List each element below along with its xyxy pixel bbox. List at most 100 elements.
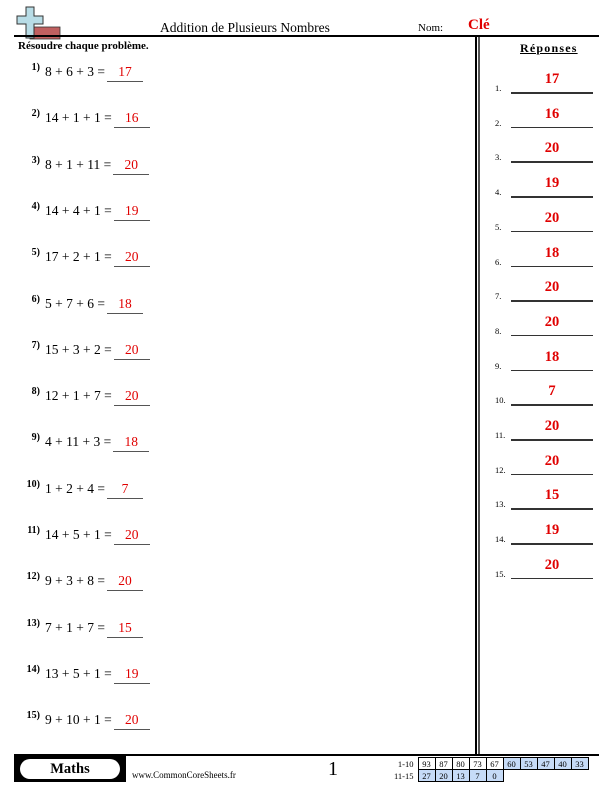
- answer-key-value: 17: [544, 71, 560, 87]
- answer-blank[interactable]: 20: [113, 527, 150, 545]
- problem-expression: 14 + 1 + 1 = 16: [45, 110, 150, 129]
- answer-blank[interactable]: 19: [113, 666, 150, 684]
- answer-key-value: 18: [544, 348, 560, 365]
- score-cell-empty: [520, 770, 537, 782]
- problem-expression: 7 + 1 + 7 = 15: [45, 620, 143, 638]
- expression-text: 1 + 2 + 4 =: [45, 480, 105, 496]
- answer-key-number: 9.: [495, 360, 502, 371]
- score-cell-empty: [537, 770, 554, 782]
- expression-text: 5 + 7 + 6 =: [45, 295, 105, 311]
- answer-key-number: 5.: [495, 221, 502, 232]
- name-label: Nom:: [418, 22, 444, 34]
- answer-key-line: [511, 92, 593, 94]
- answer-blank[interactable]: 20: [113, 712, 150, 731]
- expression-text: 14 + 1 + 1 =: [45, 110, 112, 126]
- answer-blank[interactable]: 16: [113, 110, 150, 129]
- answer-blank[interactable]: 19: [113, 203, 150, 221]
- answer-blank[interactable]: 20: [113, 342, 150, 360]
- problem-number: 4): [31, 200, 40, 212]
- answer-key-value: 16: [544, 105, 560, 122]
- answer-key-number: 11.: [495, 430, 506, 440]
- answer-key-value: 20: [544, 452, 560, 469]
- problem-expression: 5 + 7 + 6 = 18: [45, 296, 143, 314]
- answer-blank[interactable]: 20: [113, 157, 150, 175]
- problem-expression: 14 + 5 + 1 = 20: [45, 527, 150, 545]
- answer-key-line: [511, 196, 593, 198]
- name-value: Clé: [468, 17, 490, 33]
- answer-key-number: 15.: [495, 568, 506, 579]
- score-cell: 20: [434, 769, 453, 782]
- answer-blank[interactable]: 7: [106, 481, 143, 499]
- score-cell: 0: [485, 769, 504, 782]
- answer-key-item: 15. 20: [495, 557, 605, 581]
- score-row: 1-10 93 87 80 73 67 60 53 47 40 33: [392, 757, 589, 770]
- problem-item: 11) 14 + 5 + 1 = 20: [20, 525, 460, 549]
- problem-item: 9) 4 + 11 + 3 = 18: [20, 432, 460, 456]
- answer-blank[interactable]: 20: [113, 388, 150, 407]
- problem-item: 5) 17 + 2 + 1 = 20: [20, 247, 460, 271]
- answer-key-line: [511, 404, 593, 406]
- score-row: 11-15 27 20 13 7 0: [392, 769, 588, 782]
- problem-item: 13) 7 + 1 + 7 = 15: [20, 618, 460, 642]
- answer-key-item: 10. 7: [495, 383, 605, 407]
- answer-key-item: 11. 20: [495, 418, 605, 442]
- answer-key-value: 20: [544, 418, 560, 434]
- score-cell: 73: [468, 757, 487, 770]
- answer-key-line: [511, 161, 593, 163]
- answer-key-number: 12.: [495, 464, 506, 475]
- answer-key-value: 20: [544, 556, 560, 573]
- problem-expression: 13 + 5 + 1 = 19: [45, 666, 150, 684]
- problem-number: 12): [26, 571, 40, 583]
- answer-key-number: 13.: [495, 499, 506, 510]
- answer-key-item: 5. 20: [495, 210, 605, 234]
- answer-key-line: [511, 439, 593, 441]
- problem-number: 9): [31, 432, 40, 444]
- answer-key-number: 10.: [495, 395, 506, 406]
- answer-key-item: 14. 19: [495, 522, 605, 546]
- answer-key-value: 15: [544, 487, 560, 504]
- answer-key-value: 19: [544, 175, 560, 192]
- score-cell-empty: [503, 770, 520, 782]
- score-cell-empty: [571, 770, 588, 782]
- problem-number: 14): [26, 663, 40, 675]
- answer-key-item: 2. 16: [495, 106, 605, 130]
- answer-key-line: [511, 265, 593, 267]
- answer-blank[interactable]: 15: [106, 620, 143, 638]
- answer-blank[interactable]: 20: [106, 573, 143, 592]
- answer-key-number: 14.: [495, 534, 506, 545]
- score-cell: 67: [485, 757, 504, 770]
- score-cell: 53: [519, 757, 538, 770]
- answer-key-number: 1.: [495, 83, 502, 93]
- expression-text: 14 + 5 + 1 =: [45, 527, 112, 542]
- problem-expression: 12 + 1 + 7 = 20: [45, 388, 150, 407]
- answer-key-item: 8. 20: [495, 314, 605, 338]
- score-cell: 40: [553, 757, 572, 770]
- expression-text: 17 + 2 + 1 =: [45, 249, 112, 265]
- problem-item: 1) 8 + 6 + 3 = 17: [20, 62, 460, 86]
- website-url: www.CommonCoreSheets.fr: [132, 770, 236, 780]
- expression-text: 8 + 1 + 11 =: [45, 156, 112, 172]
- answer-key-line: [511, 577, 593, 580]
- problem-item: 3) 8 + 1 + 11 = 20: [20, 155, 460, 179]
- answer-key-item: 6. 18: [495, 245, 605, 269]
- answer-blank[interactable]: 18: [113, 434, 150, 453]
- problem-expression: 15 + 3 + 2 = 20: [45, 342, 150, 360]
- score-cell-empty: [554, 770, 571, 782]
- answer-key-number: 7.: [495, 291, 502, 302]
- expression-text: 13 + 5 + 1 =: [45, 665, 112, 681]
- problem-expression: 9 + 10 + 1 = 20: [45, 712, 150, 731]
- answer-key-item: 9. 18: [495, 349, 605, 373]
- answer-key-line: [511, 334, 593, 337]
- answer-blank[interactable]: 17: [106, 64, 143, 82]
- problem-expression: 9 + 3 + 8 = 20: [45, 573, 143, 592]
- answer-blank[interactable]: 18: [106, 296, 143, 314]
- score-cell: 47: [536, 757, 555, 770]
- problem-expression: 8 + 1 + 11 = 20: [45, 156, 150, 175]
- answer-key-value: 20: [544, 279, 560, 296]
- answer-blank[interactable]: 20: [113, 249, 150, 268]
- problem-item: 12) 9 + 3 + 8 = 20: [20, 571, 460, 595]
- problem-item: 8) 12 + 1 + 7 = 20: [20, 386, 460, 410]
- problem-number: 7): [31, 339, 40, 351]
- problem-number: 8): [31, 386, 40, 398]
- answer-key-value: 18: [544, 244, 560, 261]
